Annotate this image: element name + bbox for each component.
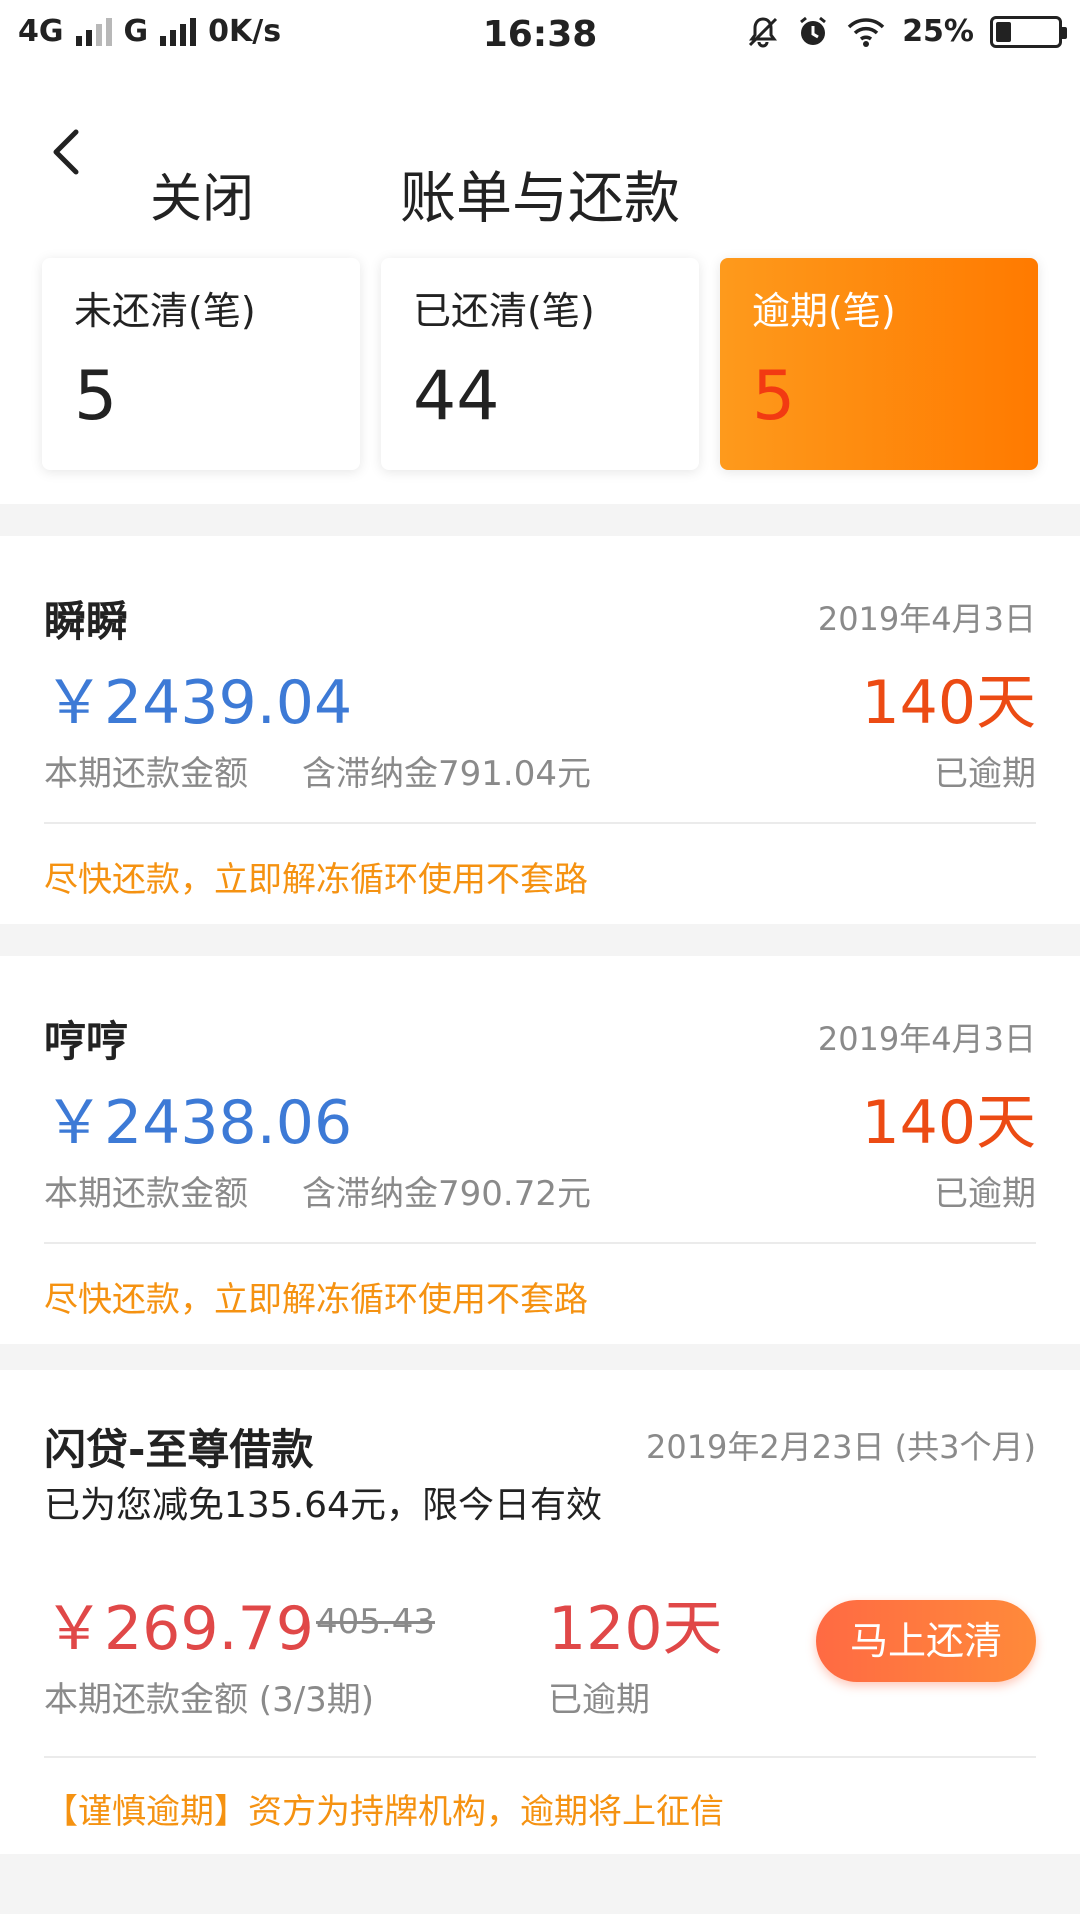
- bill-amount: ￥2439.04: [44, 668, 353, 738]
- bill-tip: 尽快还款，立即解冻循环使用不套路: [44, 1280, 588, 1320]
- overdue-label: 已逾期: [934, 754, 1036, 794]
- bill-tip: 尽快还款，立即解冻循环使用不套路: [44, 860, 588, 900]
- bill-amount: ￥269.79: [44, 1594, 314, 1664]
- stat-label: 逾期(笔): [752, 289, 896, 333]
- summary-cards: 未还清(笔) 5 已还清(笔) 44 逾期(笔) 5: [0, 226, 1080, 504]
- status-bar: 4G G 0K/s 16:38 25%: [0, 0, 1080, 76]
- bill-name: 瞬瞬: [44, 597, 129, 646]
- section-gap: [0, 1344, 1080, 1370]
- section-gap: [0, 504, 1080, 536]
- battery-percent: 25%: [902, 14, 974, 49]
- late-fee: 含滞纳金790.72元: [302, 1174, 591, 1214]
- amount-label: 本期还款金额: [44, 754, 248, 794]
- bill-name: 闪贷-至尊借款: [44, 1425, 314, 1474]
- bill-amount: ￥2438.06: [44, 1088, 353, 1158]
- bill-card[interactable]: 瞬瞬 2019年4月3日 ￥2439.04 140天 本期还款金额 含滞纳金79…: [0, 536, 1080, 924]
- stat-value: 44: [413, 357, 500, 436]
- amount-label: 本期还款金额: [44, 1174, 248, 1214]
- overdue-days: 140天: [861, 1088, 1036, 1158]
- amount-label: 本期还款金额 (3/3期): [44, 1680, 375, 1720]
- overdue-label: 已逾期: [934, 1174, 1036, 1214]
- wifi-icon: [847, 17, 885, 47]
- battery-fill: [996, 21, 1011, 42]
- bill-card[interactable]: 闪贷-至尊借款 2019年2月23日 (共3个月) 已为您减免135.64元，限…: [0, 1370, 1080, 1854]
- original-amount: 405.43: [316, 1602, 435, 1642]
- alarm-icon: [800, 16, 827, 45]
- overdue-label: 已逾期: [548, 1680, 650, 1720]
- stat-label: 已还清(笔): [413, 289, 595, 333]
- bill-date: 2019年4月3日: [817, 1020, 1036, 1058]
- divider: [44, 822, 1036, 824]
- divider: [44, 1242, 1036, 1244]
- bill-tip: 【谨慎逾期】资方为持牌机构，逾期将上征信: [44, 1792, 724, 1832]
- bill-date: 2019年2月23日 (共3个月): [645, 1428, 1036, 1466]
- battery-icon: [990, 15, 1067, 48]
- bill-name: 哼哼: [44, 1017, 129, 1066]
- mute-icon: [749, 16, 778, 47]
- repay-now-button[interactable]: 马上还清: [816, 1600, 1036, 1682]
- divider: [44, 1756, 1036, 1758]
- bill-card[interactable]: 哼哼 2019年4月3日 ￥2438.06 140天 本期还款金额 含滞纳金79…: [0, 956, 1080, 1344]
- stat-label: 未还清(笔): [74, 289, 256, 333]
- nav-bar: 关闭 账单与还款: [0, 76, 1080, 232]
- discount-note: 已为您减免135.64元，限今日有效: [44, 1485, 602, 1526]
- status-right: 25%: [746, 14, 1067, 49]
- overdue-days: 140天: [861, 668, 1036, 738]
- tab-unpaid[interactable]: 未还清(笔) 5: [42, 258, 360, 470]
- bill-date: 2019年4月3日: [817, 600, 1036, 638]
- section-gap: [0, 1854, 1080, 1914]
- section-gap: [0, 924, 1080, 956]
- page-title: 账单与还款: [400, 166, 680, 232]
- tab-overdue[interactable]: 逾期(笔) 5: [720, 258, 1038, 470]
- stat-value: 5: [74, 357, 118, 436]
- overdue-days: 120天: [548, 1594, 723, 1664]
- stat-value: 5: [752, 357, 796, 436]
- late-fee: 含滞纳金791.04元: [302, 754, 591, 794]
- tab-paid[interactable]: 已还清(笔) 44: [381, 258, 699, 470]
